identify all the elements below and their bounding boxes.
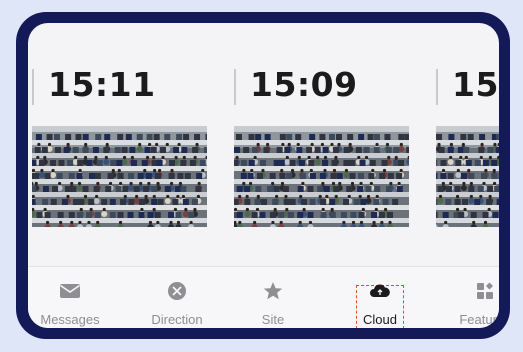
tab-label: Cloud xyxy=(363,312,397,327)
tab-direction[interactable]: Direction xyxy=(130,267,224,328)
clip-thumbnail[interactable] xyxy=(436,126,499,227)
bottom-tab-bar: Messages Direction Site Cloud Featur xyxy=(28,266,499,328)
app-screen: 15:11 15:09 15 Messages Direction Site C… xyxy=(28,23,499,328)
clip-time: 15:09 xyxy=(250,65,358,104)
direction-icon xyxy=(168,282,186,300)
grid-icon xyxy=(477,282,493,299)
tab-cloud[interactable]: Cloud xyxy=(333,267,427,328)
envelope-icon xyxy=(60,284,80,298)
camera-snapshot-image xyxy=(32,126,207,227)
time-divider xyxy=(234,69,236,105)
time-divider xyxy=(32,69,34,105)
tab-label: Site xyxy=(261,312,285,327)
tab-site[interactable]: Site xyxy=(226,267,320,328)
camera-snapshot-image xyxy=(436,126,499,227)
tab-messages[interactable]: Messages xyxy=(28,267,117,328)
clip-thumbnail[interactable] xyxy=(234,126,409,227)
clip-time: 15 xyxy=(452,65,499,104)
star-icon xyxy=(263,282,283,300)
tab-features[interactable]: Features xyxy=(438,267,499,328)
time-divider xyxy=(436,69,438,105)
clip-timeline[interactable]: 15:11 15:09 15 xyxy=(28,23,499,255)
cloud-icon xyxy=(370,284,390,297)
tab-label: Features xyxy=(459,312,499,327)
device-frame: 15:11 15:09 15 Messages Direction Site C… xyxy=(16,12,510,339)
camera-snapshot-image xyxy=(234,126,409,227)
clip-thumbnail[interactable] xyxy=(32,126,207,227)
tab-label: Messages xyxy=(40,312,100,327)
tab-label: Direction xyxy=(151,312,203,327)
clip-time: 15:11 xyxy=(48,65,156,104)
